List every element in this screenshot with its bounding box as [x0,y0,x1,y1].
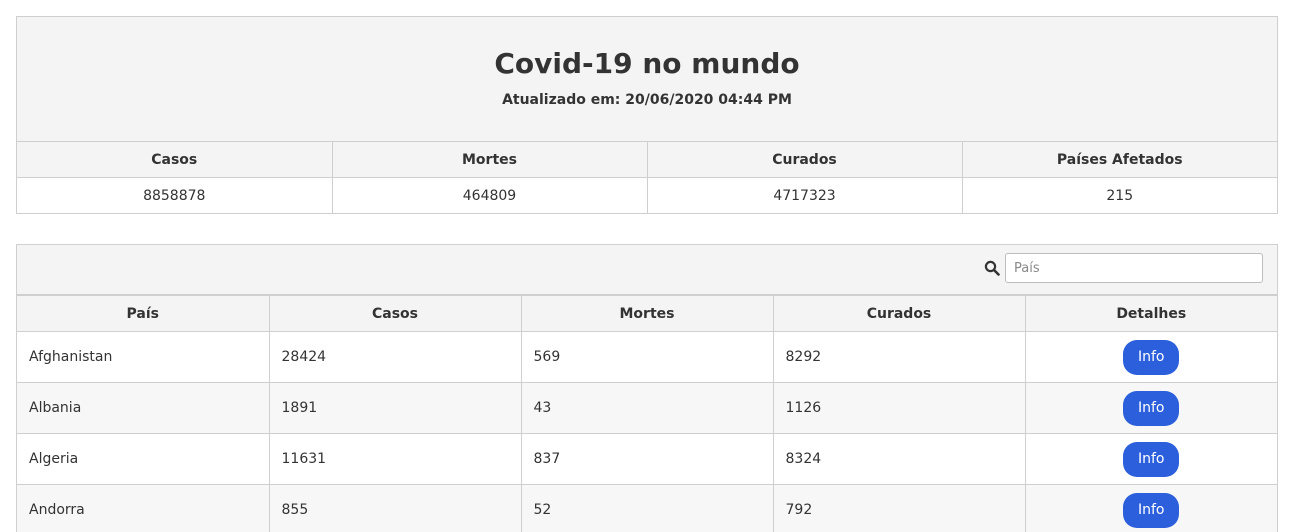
deaths-cell: 43 [521,383,773,434]
updated-timestamp: Atualizado em: 20/06/2020 04:44 PM [17,92,1277,108]
summary-deaths-value: 464809 [332,178,647,214]
details-cell: Info [1025,485,1277,532]
column-header-recovered[interactable]: Curados [773,296,1025,332]
cases-cell: 28424 [269,332,521,383]
search-input[interactable] [1005,253,1263,283]
recovered-cell: 1126 [773,383,1025,434]
details-cell: Info [1025,332,1277,383]
summary-values-row: 8858878 464809 4717323 215 [17,178,1277,214]
deaths-cell: 837 [521,434,773,485]
details-cell: Info [1025,383,1277,434]
page-title: Covid-19 no mundo [17,17,1277,82]
cases-cell: 855 [269,485,521,532]
column-header-deaths[interactable]: Mortes [521,296,773,332]
table-row: Algeria 11631 837 8324 Info [17,434,1277,485]
summary-header: Covid-19 no mundo Atualizado em: 20/06/2… [17,17,1277,141]
column-header-cases[interactable]: Casos [269,296,521,332]
table-row: Albania 1891 43 1126 Info [17,383,1277,434]
summary-col-deaths: Mortes [332,142,647,178]
summary-col-cases: Casos [17,142,332,178]
details-cell: Info [1025,434,1277,485]
recovered-cell: 8292 [773,332,1025,383]
summary-header-row: Casos Mortes Curados Países Afetados [17,142,1277,178]
summary-col-recovered: Curados [647,142,962,178]
summary-table: Casos Mortes Curados Países Afetados 885… [17,141,1277,213]
deaths-cell: 569 [521,332,773,383]
summary-col-countries: Países Afetados [962,142,1277,178]
table-row: Afghanistan 28424 569 8292 Info [17,332,1277,383]
column-header-details: Detalhes [1025,296,1277,332]
country-name: Afghanistan [17,332,269,383]
info-button[interactable]: Info [1123,391,1179,426]
country-name: Algeria [17,434,269,485]
deaths-cell: 52 [521,485,773,532]
summary-countries-value: 215 [962,178,1277,214]
countries-panel: País Casos Mortes Curados Detalhes Afgha… [16,244,1278,532]
countries-header-row: País Casos Mortes Curados Detalhes [17,296,1277,332]
country-name: Albania [17,383,269,434]
countries-table: País Casos Mortes Curados Detalhes Afgha… [17,295,1277,532]
search-icon [984,260,1000,276]
table-toolbar [17,245,1277,295]
search-box [984,253,1263,283]
country-name: Andorra [17,485,269,532]
summary-panel: Covid-19 no mundo Atualizado em: 20/06/2… [16,16,1278,214]
info-button[interactable]: Info [1123,340,1179,375]
recovered-cell: 8324 [773,434,1025,485]
table-row: Andorra 855 52 792 Info [17,485,1277,532]
summary-cases-value: 8858878 [17,178,332,214]
summary-recovered-value: 4717323 [647,178,962,214]
cases-cell: 1891 [269,383,521,434]
cases-cell: 11631 [269,434,521,485]
column-header-country[interactable]: País [17,296,269,332]
info-button[interactable]: Info [1123,493,1179,528]
recovered-cell: 792 [773,485,1025,532]
info-button[interactable]: Info [1123,442,1179,477]
